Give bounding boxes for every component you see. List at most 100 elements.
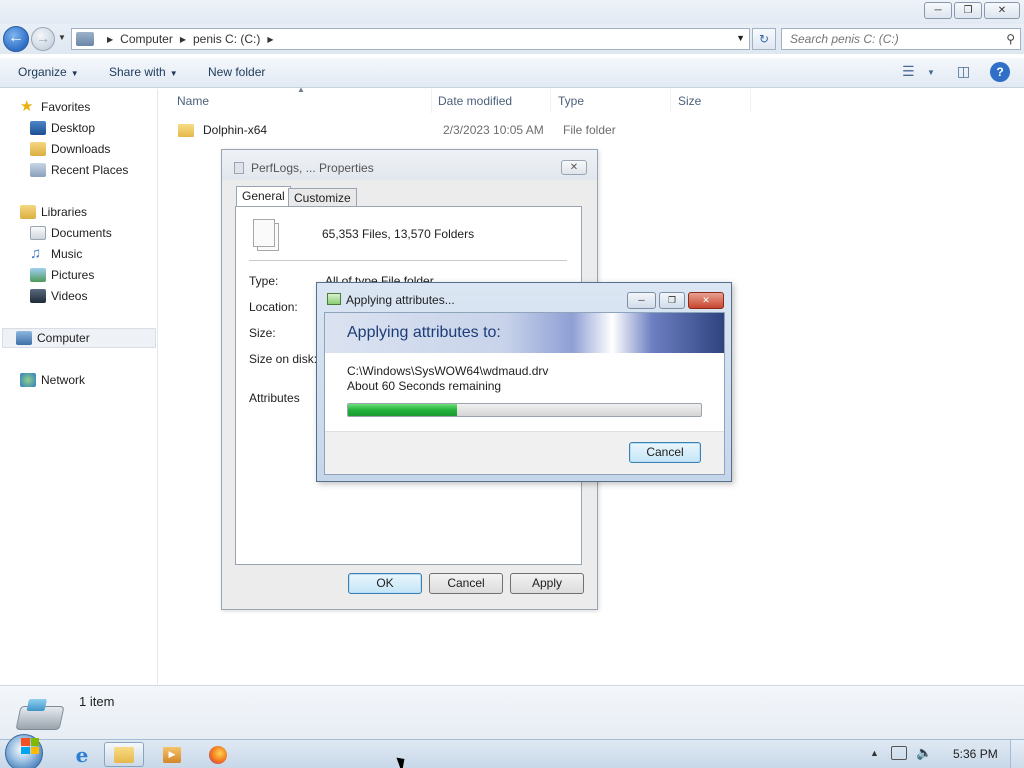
- search-box[interactable]: ⚲: [781, 28, 1021, 50]
- breadcrumb-chevron-icon[interactable]: ▶: [267, 35, 273, 44]
- network-tray-icon[interactable]: [891, 746, 907, 760]
- sidebar-item-label: Videos: [51, 289, 88, 303]
- separator: [249, 260, 567, 261]
- music-icon: ♫: [30, 245, 42, 262]
- column-header-name[interactable]: Name: [177, 89, 432, 113]
- breadcrumb-chevron-icon[interactable]: ▶: [180, 35, 186, 44]
- ok-button[interactable]: OK: [348, 573, 422, 594]
- sidebar-item-desktop[interactable]: Desktop: [30, 118, 95, 138]
- computer-icon: [76, 32, 94, 46]
- apply-close-button[interactable]: ✕: [688, 292, 724, 309]
- details-pane: 1 item: [0, 685, 1024, 739]
- sidebar-item-label: Computer: [37, 331, 90, 345]
- taskbar-clock[interactable]: 5:36 PM: [953, 747, 998, 761]
- sidebar-item-label: Pictures: [51, 268, 95, 282]
- desktop-icon: [30, 121, 46, 135]
- sidebar-item-network[interactable]: Network: [20, 370, 85, 390]
- forward-button[interactable]: →: [31, 27, 55, 51]
- start-button[interactable]: [5, 734, 43, 768]
- apply-attributes-icon: [327, 293, 341, 305]
- navigation-pane: ★ Favorites Desktop Downloads Recent Pla…: [0, 89, 158, 685]
- file-name: Dolphin-x64: [203, 123, 268, 137]
- apply-maximize-button[interactable]: ❐: [659, 292, 685, 309]
- minimize-button[interactable]: ─: [924, 2, 952, 19]
- file-date-modified: 2/3/2023 10:05 AM: [443, 123, 544, 137]
- sidebar-item-documents[interactable]: Documents: [30, 223, 112, 243]
- sidebar-item-label: Network: [41, 373, 86, 387]
- file-type: File folder: [563, 123, 616, 137]
- view-options-dropdown[interactable]: ▼: [927, 68, 935, 77]
- search-icon[interactable]: ⚲: [1006, 32, 1015, 46]
- firefox-taskbar-button[interactable]: [198, 742, 238, 767]
- file-folder-summary: 65,353 Files, 13,570 Folders: [322, 227, 475, 241]
- sidebar-item-pictures[interactable]: Pictures: [30, 265, 94, 285]
- chevron-down-icon: ▼: [70, 69, 79, 78]
- address-dropdown-icon[interactable]: ▼: [736, 33, 745, 43]
- apply-cancel-button[interactable]: Cancel: [629, 442, 701, 463]
- file-list-row[interactable]: Dolphin-x64 2/3/2023 10:05 AM File folde…: [172, 119, 753, 141]
- sidebar-item-label: Documents: [51, 226, 112, 240]
- sidebar-item-favorites[interactable]: ★ Favorites: [20, 97, 90, 117]
- sidebar-item-recent-places[interactable]: Recent Places: [30, 160, 128, 180]
- recent-pages-dropdown[interactable]: ▼: [58, 33, 66, 42]
- show-desktop-button[interactable]: [1010, 740, 1024, 768]
- address-bar[interactable]: ▶ Computer ▶ penis C: (C:) ▶ ▼: [71, 28, 750, 50]
- sidebar-item-computer[interactable]: Computer: [2, 328, 156, 348]
- cancel-button[interactable]: Cancel: [429, 573, 503, 594]
- firefox-icon: [209, 745, 227, 764]
- windows-explorer-taskbar-button[interactable]: [104, 742, 144, 767]
- breadcrumb-computer[interactable]: Computer: [120, 32, 173, 46]
- column-header-date-modified[interactable]: Date modified: [438, 89, 551, 113]
- refresh-button[interactable]: ↻: [752, 28, 776, 50]
- apply-dialog-body: Applying attributes to: C:\Windows\SysWO…: [324, 312, 725, 475]
- item-count: 1 item: [79, 694, 115, 709]
- hard-drive-icon: [15, 706, 65, 730]
- type-label: Type:: [249, 274, 279, 288]
- star-icon: ★: [20, 98, 34, 115]
- properties-titlebar: PerfLogs, ... Properties ✕: [222, 150, 597, 180]
- back-button[interactable]: ←: [3, 26, 29, 52]
- maximize-button[interactable]: ❐: [954, 2, 982, 19]
- computer-icon: [16, 331, 32, 345]
- media-player-taskbar-button[interactable]: ▶: [152, 742, 192, 767]
- applying-attributes-dialog: Applying attributes... ─ ❐ ✕ Applying at…: [316, 282, 732, 482]
- sidebar-item-videos[interactable]: Videos: [30, 286, 87, 306]
- sidebar-item-downloads[interactable]: Downloads: [30, 139, 110, 159]
- location-label: Location:: [249, 300, 298, 314]
- column-header-size[interactable]: Size: [678, 89, 751, 113]
- windows-logo-icon: [21, 738, 39, 754]
- navigation-bar: ← → ▼ ▶ Computer ▶ penis C: (C:) ▶ ▼ ↻ ⚲: [0, 24, 1024, 54]
- breadcrumb-chevron-icon[interactable]: ▶: [107, 35, 113, 44]
- show-hidden-icons-button[interactable]: ▲: [870, 748, 879, 758]
- documents-icon: [30, 226, 46, 240]
- properties-title: PerfLogs, ... Properties: [251, 161, 374, 175]
- chevron-down-icon: ▼: [169, 69, 178, 78]
- pictures-icon: [30, 268, 46, 282]
- internet-explorer-taskbar-button[interactable]: e: [62, 742, 102, 767]
- column-header-type[interactable]: Type: [558, 89, 671, 113]
- sidebar-item-music[interactable]: ♫ Music: [30, 244, 82, 264]
- new-folder-button[interactable]: New folder: [208, 65, 265, 79]
- videos-icon: [30, 289, 46, 303]
- time-remaining: About 60 Seconds remaining: [347, 379, 502, 393]
- tab-general[interactable]: General: [236, 186, 291, 208]
- organize-button[interactable]: Organize ▼: [18, 65, 79, 79]
- search-input[interactable]: [790, 32, 1000, 46]
- tab-customize[interactable]: Customize: [288, 188, 357, 208]
- sidebar-item-label: Favorites: [41, 100, 91, 114]
- share-with-button[interactable]: Share with ▼: [109, 65, 178, 79]
- change-view-icon[interactable]: ☰: [902, 63, 915, 80]
- window-caption-buttons: ─ ❐ ✕: [924, 2, 1020, 19]
- breadcrumb-drive[interactable]: penis C: (C:): [193, 32, 260, 46]
- preview-pane-icon[interactable]: ◫: [957, 63, 970, 80]
- multiple-files-icon: [253, 219, 275, 247]
- close-button[interactable]: ✕: [984, 2, 1020, 19]
- properties-close-button[interactable]: ✕: [561, 160, 587, 175]
- folder-icon: [114, 746, 134, 763]
- sidebar-item-libraries[interactable]: Libraries: [20, 202, 87, 222]
- help-icon[interactable]: ?: [990, 62, 1010, 82]
- apply-minimize-button[interactable]: ─: [627, 292, 656, 309]
- volume-muted-icon[interactable]: 🔈: [916, 745, 932, 761]
- apply-dialog-title: Applying attributes...: [346, 293, 455, 307]
- apply-button[interactable]: Apply: [510, 573, 584, 594]
